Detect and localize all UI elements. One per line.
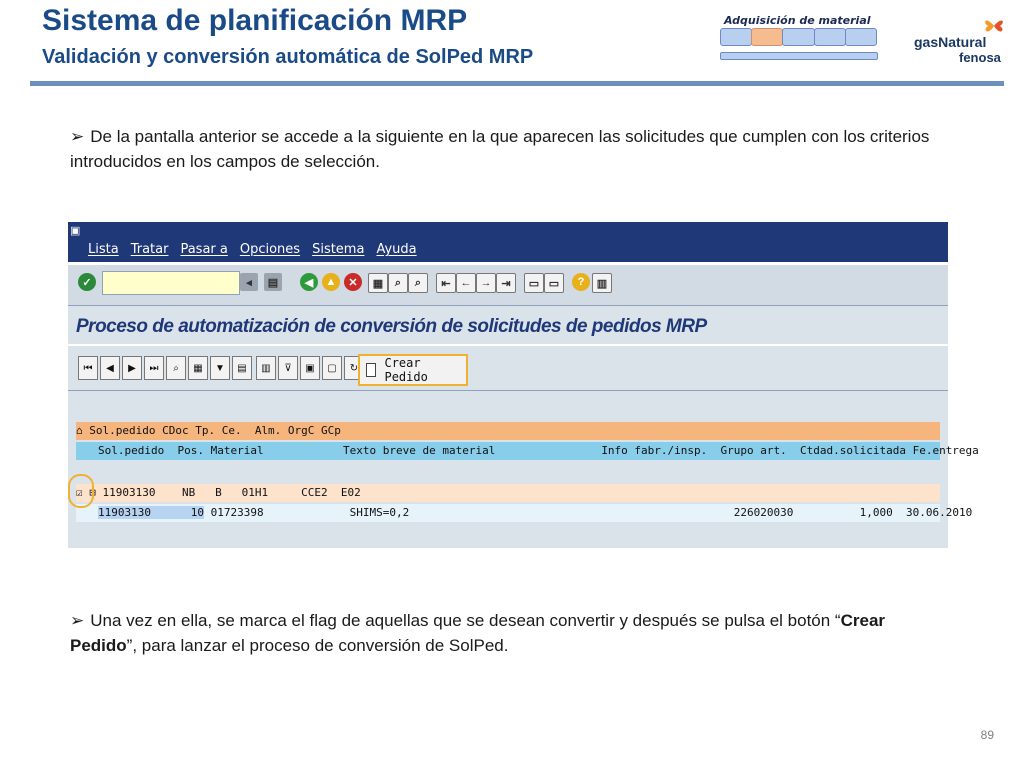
export-icon[interactable]: ▤ [232, 356, 252, 380]
menu-opciones[interactable]: Opciones [240, 242, 300, 257]
stage-step [720, 28, 753, 46]
company-logo: gasNatural fenosa [912, 12, 1012, 68]
list-header-2-text: Sol.pedido Pos. Material Texto breve de … [98, 444, 979, 457]
slide-subtitle: Validación y conversión automática de So… [42, 46, 534, 68]
first-page-icon[interactable]: ⇤ [436, 273, 456, 293]
deselect-icon[interactable]: ▢ [322, 356, 342, 380]
menu-sistema[interactable]: Sistema [312, 242, 364, 257]
last-page-icon[interactable]: ⇥ [496, 273, 516, 293]
logo-line2: fenosa [959, 50, 1001, 65]
bullet-arrow-icon: ➢ [70, 127, 85, 146]
bullet-arrow-icon: ➢ [70, 611, 85, 630]
menu-pasar-a[interactable]: Pasar a [180, 242, 227, 257]
filter-icon[interactable]: ⊽ [278, 356, 298, 380]
print-list-icon[interactable]: ▦ [188, 356, 208, 380]
command-dropdown-icon[interactable]: ◂ [240, 273, 258, 291]
exit-icon[interactable]: ▲ [322, 273, 340, 291]
logo-line1: gasNatural [914, 34, 987, 50]
find-next-icon[interactable]: ⌕ [408, 273, 428, 293]
layout-icon[interactable]: ▥ [592, 273, 612, 293]
save-icon[interactable]: ▤ [264, 273, 282, 291]
new-session-icon[interactable]: ▭ [524, 273, 544, 293]
bullet-2-prefix: Una vez en ella, se marca el flag de aqu… [90, 611, 841, 630]
sort-icon[interactable]: ▼ [210, 356, 230, 380]
list-header-2: Sol.pedido Pos. Material Texto breve de … [76, 442, 979, 460]
sap-menu-bar: Lista Tratar Pasar a Opciones Sistema Ay… [88, 242, 417, 257]
sap-window-icon: ▣ [70, 225, 81, 237]
stage-label: Adquisición de material [724, 14, 871, 27]
next-record-icon[interactable]: ▶ [122, 356, 142, 380]
first-record-icon[interactable]: ⏮ [78, 356, 98, 380]
table-row[interactable]: 11903130 10 01723398 SHIMS=0,2 226020030… [76, 504, 972, 522]
stage-step [751, 28, 784, 46]
layout-list-icon[interactable]: ▥ [256, 356, 276, 380]
sap-title-bar: ▣ Lista Tratar Pasar a Opciones Sistema … [68, 222, 948, 262]
checkbox-highlight-circle [68, 474, 94, 508]
shortcut-icon[interactable]: ▭ [544, 273, 564, 293]
cancel-icon[interactable]: ✕ [344, 273, 362, 291]
print-icon[interactable]: ▦ [368, 273, 388, 293]
page-number: 89 [980, 728, 994, 742]
list-header-1-text: Sol.pedido CDoc Tp. Ce. Alm. OrgC GCp [89, 424, 341, 437]
command-field[interactable] [102, 271, 240, 295]
previous-record-icon[interactable]: ◀ [100, 356, 120, 380]
menu-lista[interactable]: Lista [88, 242, 119, 257]
stage-steps [720, 28, 878, 46]
next-page-icon[interactable]: → [476, 273, 496, 293]
find-icon[interactable]: ⌕ [388, 273, 408, 293]
menu-tratar[interactable]: Tratar [131, 242, 169, 257]
crear-pedido-button[interactable]: Crear Pedido [358, 354, 468, 386]
back-icon[interactable]: ◀ [300, 273, 318, 291]
previous-page-icon[interactable]: ← [456, 273, 476, 293]
details-icon[interactable]: ⌕ [166, 356, 186, 380]
row-2-solped: 11903130 [98, 506, 151, 519]
document-icon [366, 363, 377, 377]
sap-screenshot: ▣ Lista Tratar Pasar a Opciones Sistema … [68, 222, 979, 548]
row-2-rest: 01723398 SHIMS=0,2 226020030 1,000 30.06… [203, 506, 973, 519]
crear-pedido-label: Crear Pedido [384, 356, 428, 384]
tree-icon[interactable]: ⌂ [76, 424, 89, 437]
select-all-icon[interactable]: ▣ [300, 356, 320, 380]
row-1-text: 11903130 NB B 01H1 CCE2 E02 [102, 486, 361, 499]
sap-screen-heading: Proceso de automatización de conversión … [76, 316, 707, 337]
result-list: ⌂ Sol.pedido CDoc Tp. Ce. Alm. OrgC GCp … [68, 410, 979, 546]
title-rule [30, 81, 1004, 86]
list-header-1: ⌂ Sol.pedido CDoc Tp. Ce. Alm. OrgC GCp [76, 422, 940, 440]
help-icon[interactable]: ? [572, 273, 590, 291]
sap-standard-toolbar: ✓ ◂ ▤ ◀ ▲ ✕ ▦ ⌕ ⌕ ⇤ ← → ⇥ ▭ ▭ ? ▥ [68, 262, 948, 306]
stage-step [782, 28, 815, 46]
bullet-1-text: De la pantalla anterior se accede a la s… [70, 127, 930, 171]
last-record-icon[interactable]: ⏭ [144, 356, 164, 380]
stage-step [844, 28, 878, 46]
check-icon[interactable]: ✓ [78, 273, 96, 291]
stage-step [813, 28, 846, 46]
menu-ayuda[interactable]: Ayuda [376, 242, 416, 257]
sap-application-toolbar: ⏮ ◀ ▶ ⏭ ⌕ ▦ ▼ ▤ ▥ ⊽ ▣ ▢ ↻ Crear Pedido [68, 344, 948, 391]
row-2-pos: 10 [190, 506, 204, 519]
slide-title: Sistema de planificación MRP [42, 4, 468, 37]
bullet-1: ➢ De la pantalla anterior se accede a la … [70, 124, 940, 174]
bullet-2-suffix: ”, para lanzar el proceso de conversión … [126, 636, 509, 655]
stage-progress-bar [720, 52, 878, 60]
table-row[interactable]: ☑ ⊟ 11903130 NB B 01H1 CCE2 E02 [76, 484, 940, 502]
bullet-2: ➢ Una vez en ella, se marca el flag de aq… [70, 608, 940, 658]
